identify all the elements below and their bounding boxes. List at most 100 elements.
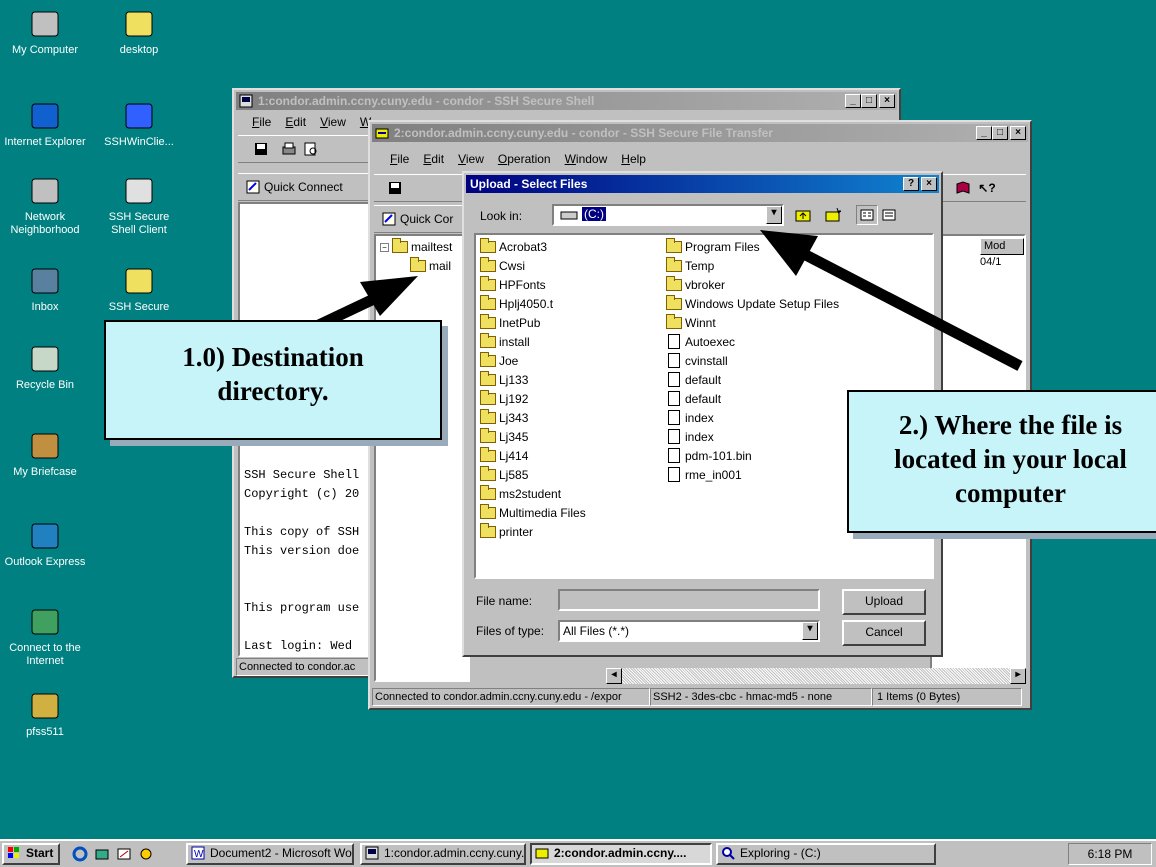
desktop-icon[interactable]: Outlook Express	[0, 520, 90, 569]
help-button[interactable]: ?	[903, 177, 919, 191]
task-ssh-transfer[interactable]: 2:condor.admin.ccny....	[530, 843, 712, 865]
menu-view[interactable]: View	[458, 152, 484, 166]
file-name-input[interactable]	[558, 589, 820, 611]
file-list-item[interactable]: index	[666, 427, 839, 446]
file-list-item[interactable]: default	[666, 389, 839, 408]
print-icon[interactable]	[278, 139, 300, 159]
quick-connect-button[interactable]: Quick Cor	[382, 212, 453, 229]
start-button[interactable]: Start	[2, 843, 60, 865]
file-list-item[interactable]: install	[480, 332, 586, 351]
file-list-item[interactable]: Multimedia Files	[480, 503, 586, 522]
file-list-item[interactable]: Acrobat3	[480, 237, 586, 256]
save-icon[interactable]	[384, 178, 406, 198]
help-book-icon[interactable]	[952, 178, 974, 198]
internet-explorer-icon[interactable]	[72, 846, 88, 865]
dialog-title-bar[interactable]: Upload - Select Files ? ×	[466, 175, 939, 193]
menu-file[interactable]: File	[252, 115, 271, 129]
task-ssh-shell[interactable]: 1:condor.admin.ccny.cuny...	[360, 843, 526, 865]
desktop-icon[interactable]: My Computer	[0, 8, 90, 57]
maximize-button[interactable]: □	[992, 126, 1008, 140]
details-view-icon[interactable]	[878, 205, 900, 225]
task-exploring[interactable]: Exploring - (C:)	[716, 843, 936, 865]
file-list-item[interactable]: Cwsi	[480, 256, 586, 275]
folder-icon	[480, 237, 496, 253]
desktop-icon[interactable]: Internet Explorer	[0, 100, 90, 149]
files-of-type-dropdown[interactable]: All Files (*.*) ▾	[558, 620, 820, 642]
file-list-item[interactable]: HPFonts	[480, 275, 586, 294]
channels-icon[interactable]	[138, 846, 154, 865]
file-list-item[interactable]: Temp	[666, 256, 839, 275]
file-list-item[interactable]: Lj585	[480, 465, 586, 484]
dropdown-arrow[interactable]: ▾	[802, 622, 818, 640]
desktop-icon[interactable]: SSH Secure	[96, 265, 182, 314]
file-list-item[interactable]: cvinstall	[666, 351, 839, 370]
quick-connect-button[interactable]: Quick Connect	[246, 180, 343, 197]
maximize-button[interactable]: □	[861, 94, 877, 108]
close-button[interactable]: ×	[879, 94, 895, 108]
clock[interactable]: 6:18 PM	[1088, 847, 1133, 861]
whats-this-icon[interactable]: ↖?	[976, 178, 998, 198]
desktop-icon[interactable]: Network Neighborhood	[0, 175, 90, 237]
shell-title-bar[interactable]: 1:condor.admin.ccny.cuny.edu - condor - …	[236, 92, 897, 110]
scroll-left-arrow[interactable]: ◂	[606, 668, 622, 684]
show-desktop-icon[interactable]	[116, 846, 132, 865]
close-button[interactable]: ×	[921, 177, 937, 191]
outlook-express-icon[interactable]	[94, 846, 110, 865]
file-list-item[interactable]: printer	[480, 522, 586, 541]
desktop-icon[interactable]: desktop	[96, 8, 182, 57]
file-list-item[interactable]: Program Files	[666, 237, 839, 256]
file-list-item[interactable]: pdm-101.bin	[666, 446, 839, 465]
menu-file[interactable]: File	[390, 152, 409, 166]
file-list-item[interactable]: InetPub	[480, 313, 586, 332]
file-list-item[interactable]: Joe	[480, 351, 586, 370]
file-list-item[interactable]: Windows Update Setup Files	[666, 294, 839, 313]
tree-item-mail[interactable]: mail	[410, 257, 451, 273]
dropdown-arrow[interactable]: ▾	[766, 206, 782, 224]
menu-view[interactable]: View	[320, 115, 346, 129]
file-list-item[interactable]: rme_in001	[666, 465, 839, 484]
horizontal-scrollbar[interactable]: ◂ ▸	[606, 668, 1026, 684]
file-list-item[interactable]: default	[666, 370, 839, 389]
list-view-icon[interactable]	[856, 205, 878, 225]
file-list-item[interactable]: Lj192	[480, 389, 586, 408]
file-list-item[interactable]: vbroker	[666, 275, 839, 294]
desktop-icon[interactable]: Connect to the Internet	[0, 606, 90, 668]
file-list-item[interactable]: Lj345	[480, 427, 586, 446]
look-in-dropdown[interactable]: (C:) ▾	[552, 204, 784, 226]
file-list-item[interactable]: index	[666, 408, 839, 427]
upload-button[interactable]: Upload	[842, 589, 926, 615]
cancel-button[interactable]: Cancel	[842, 620, 926, 646]
desktop-icon[interactable]: pfss511	[0, 690, 90, 739]
desktop-icon[interactable]: Inbox	[0, 265, 90, 314]
tree-item-mailtest[interactable]: − mailtest	[380, 238, 452, 254]
task-word[interactable]: W Document2 - Microsoft Word	[186, 843, 354, 865]
save-icon[interactable]	[250, 139, 272, 159]
print-preview-icon[interactable]	[300, 139, 322, 159]
file-list-item[interactable]: Hplj4050.t	[480, 294, 586, 313]
menu-operation[interactable]: Operation	[498, 152, 551, 166]
tree-collapse-icon[interactable]: −	[380, 242, 389, 252]
menu-edit[interactable]: Edit	[423, 152, 444, 166]
scroll-right-arrow[interactable]: ▸	[1010, 668, 1026, 684]
minimize-button[interactable]: _	[976, 126, 992, 140]
desktop-icon[interactable]: SSHWinClie...	[96, 100, 182, 149]
file-list-item[interactable]: ms2student	[480, 484, 586, 503]
close-button[interactable]: ×	[1010, 126, 1026, 140]
up-folder-icon[interactable]	[792, 205, 814, 225]
menu-help[interactable]: Help	[621, 152, 646, 166]
remote-tree-pane[interactable]: − mailtest mail	[374, 234, 470, 682]
column-header-modified[interactable]: Mod	[980, 238, 1024, 255]
menu-edit[interactable]: Edit	[285, 115, 306, 129]
transfer-title-bar[interactable]: 2:condor.admin.ccny.cuny.edu - condor - …	[372, 124, 1028, 142]
file-list-item[interactable]: Winnt	[666, 313, 839, 332]
file-list-item[interactable]: Lj414	[480, 446, 586, 465]
desktop-icon[interactable]: SSH Secure Shell Client	[96, 175, 182, 237]
file-list-item[interactable]: Lj343	[480, 408, 586, 427]
file-list-item[interactable]: Autoexec	[666, 332, 839, 351]
file-list-item[interactable]: Lj133	[480, 370, 586, 389]
menu-window[interactable]: Window	[565, 152, 608, 166]
desktop-icon[interactable]: Recycle Bin	[0, 343, 90, 392]
new-folder-icon[interactable]	[822, 205, 844, 225]
desktop-icon[interactable]: My Briefcase	[0, 430, 90, 479]
minimize-button[interactable]: _	[845, 94, 861, 108]
